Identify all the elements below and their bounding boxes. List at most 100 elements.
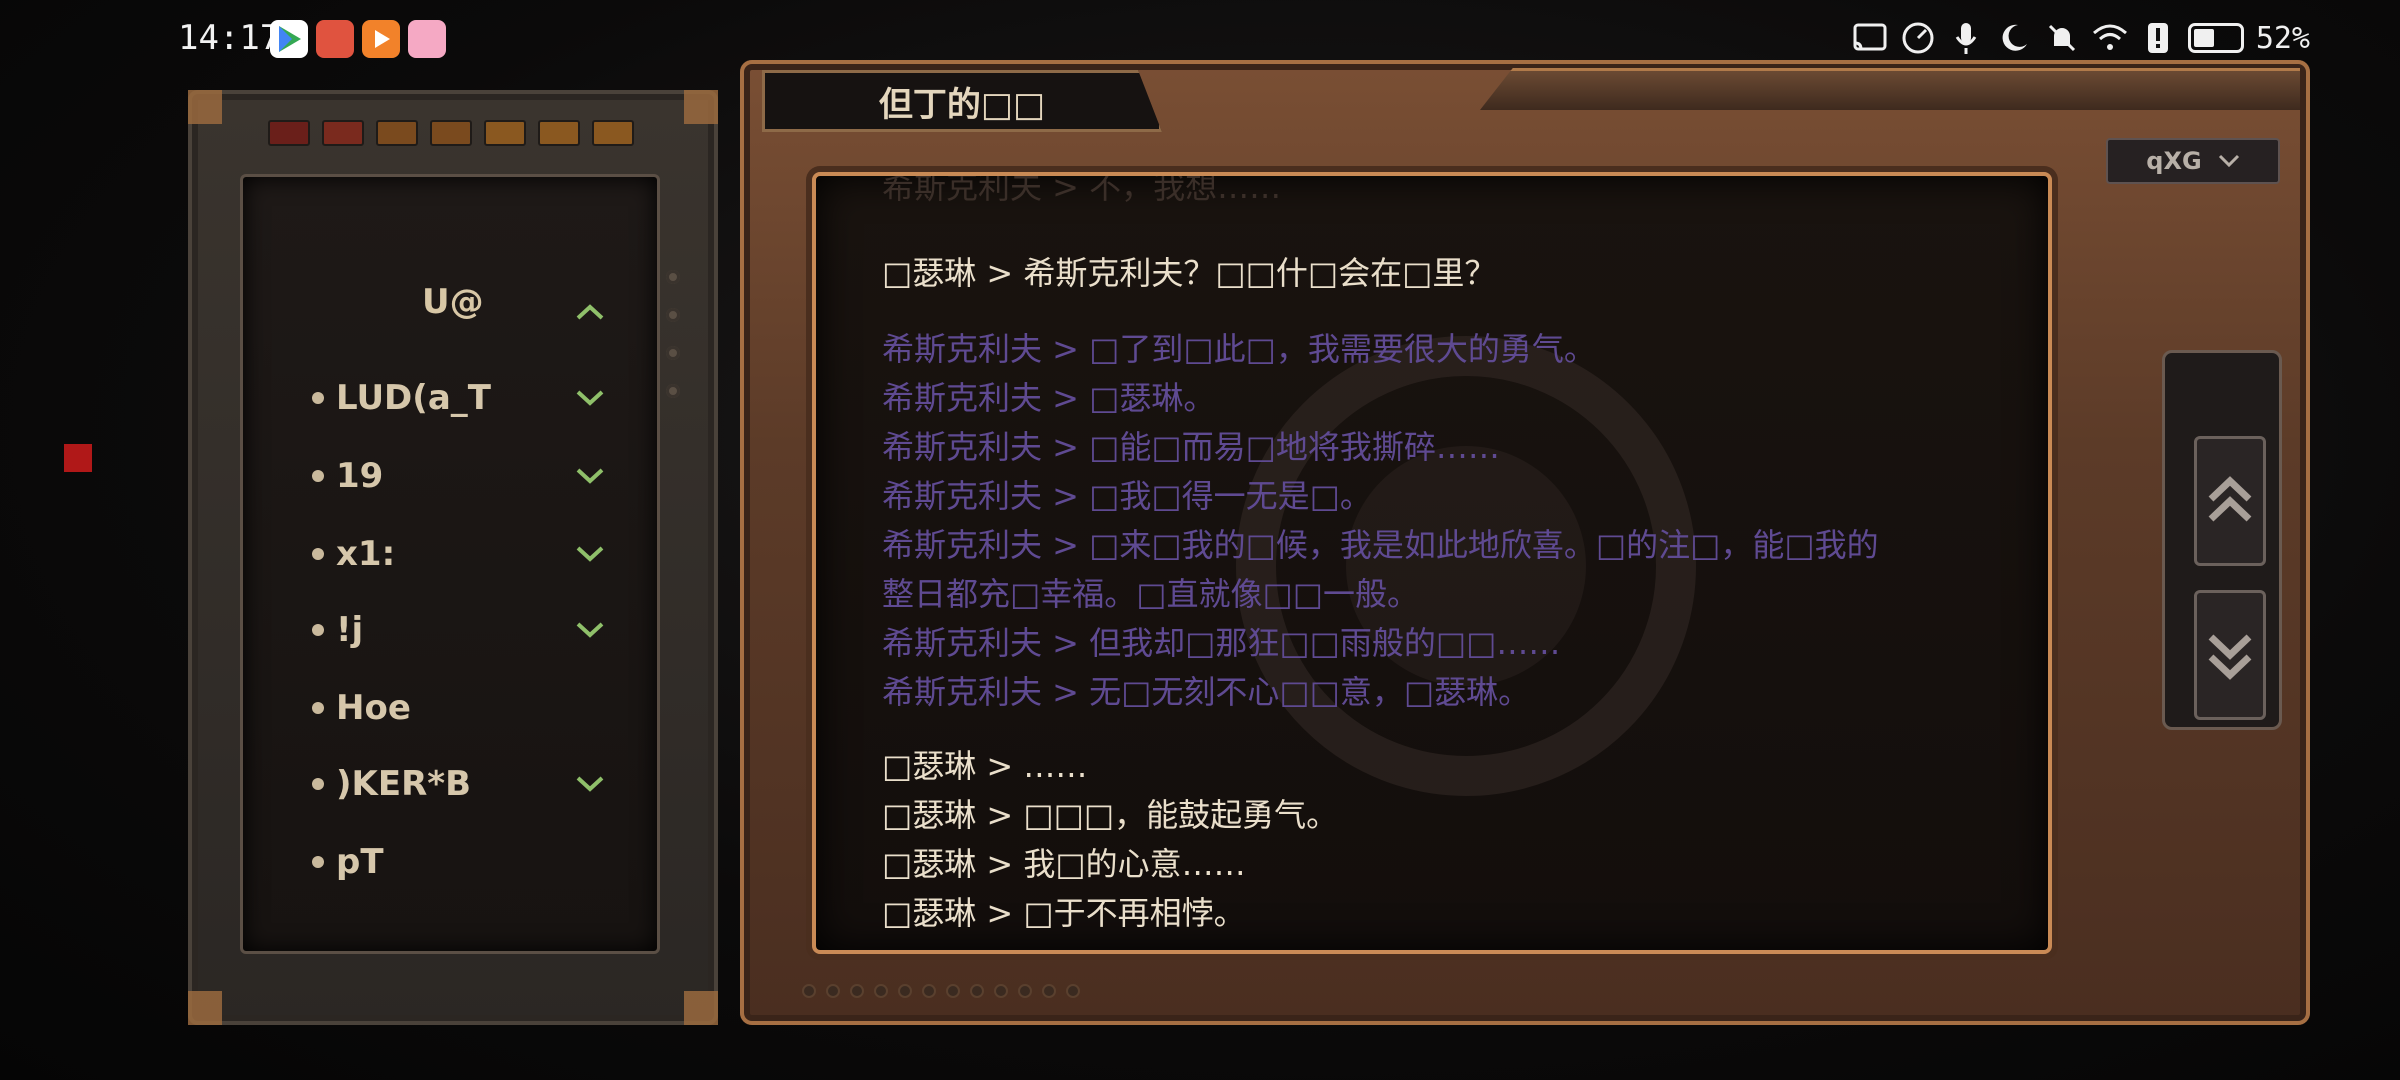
alert-icon bbox=[2140, 20, 2176, 56]
battery-percent: 52% bbox=[2255, 20, 2310, 56]
deco-dot bbox=[1018, 984, 1032, 998]
bullet bbox=[312, 624, 324, 636]
bilibili-app-icon bbox=[408, 20, 446, 58]
dialog-line: 整日都充□幸福。□直就像□□一般。 bbox=[882, 575, 1419, 613]
frame-corner bbox=[684, 991, 718, 1025]
rivet bbox=[666, 308, 680, 322]
double-chevron-down-icon bbox=[2208, 634, 2252, 680]
dialog-line: 希斯克利夫 > □来□我的□候，我是如此地欣喜。□的注□，能□我的 bbox=[882, 526, 1879, 564]
video-app-icon bbox=[362, 20, 400, 58]
indicator-light bbox=[430, 120, 472, 146]
language-dropdown[interactable]: qXG bbox=[2106, 138, 2280, 184]
dialog-line: 希斯克利夫 > 不，我想…… bbox=[882, 172, 1282, 206]
top-decoration bbox=[1480, 68, 2300, 110]
dialog-line: □瑟琳 > □于不再相悖。 bbox=[882, 894, 1246, 932]
menu-item-2[interactable]: x1: bbox=[312, 524, 612, 584]
deco-dot bbox=[826, 984, 840, 998]
menu-item-0[interactable]: LUD(a_T bbox=[312, 368, 612, 428]
chevron-down-icon[interactable] bbox=[570, 610, 610, 650]
bullet bbox=[312, 548, 324, 560]
indicator-lights bbox=[268, 120, 634, 146]
huawei-app-icon bbox=[316, 20, 354, 58]
frame-corner bbox=[188, 90, 222, 124]
bullet bbox=[312, 470, 324, 482]
menu-item-3[interactable]: !j bbox=[312, 600, 612, 660]
menu-item-label: pT bbox=[336, 842, 384, 882]
menu-item-6[interactable]: pT bbox=[312, 832, 612, 892]
dialog-line: 希斯克利夫 > □我□得一无是□。 bbox=[882, 477, 1372, 515]
scroll-down-button[interactable] bbox=[2194, 590, 2266, 720]
moon-icon bbox=[1996, 20, 2032, 56]
scroll-up-button[interactable] bbox=[2194, 436, 2266, 566]
menu-item-label: LUD(a_T bbox=[336, 378, 491, 418]
menu-item-label: )KER*B bbox=[336, 764, 471, 804]
speed-icon bbox=[1900, 20, 1936, 56]
title-tab: 但丁的□□ bbox=[762, 70, 1162, 132]
dialog-line: □瑟琳 > 我□的心意…… bbox=[882, 845, 1246, 883]
dialog-line: □瑟琳 > □□□，能鼓起勇气。 bbox=[882, 796, 1339, 834]
deco-dot bbox=[850, 984, 864, 998]
battery-icon bbox=[2187, 23, 2244, 53]
dialog-line: 希斯克利夫 > 但我却□那狂□□雨般的□□…… bbox=[882, 624, 1561, 662]
double-chevron-up-icon bbox=[2208, 476, 2252, 522]
menu-title: U@ bbox=[422, 282, 484, 322]
menu-item-1[interactable]: 19 bbox=[312, 446, 612, 506]
panel-rivets bbox=[666, 270, 680, 398]
bullet bbox=[312, 856, 324, 868]
deco-dot bbox=[1066, 984, 1080, 998]
frame-corner bbox=[684, 90, 718, 124]
bottom-decoration-dots bbox=[802, 984, 1080, 998]
status-time: 14:17 bbox=[178, 18, 281, 58]
play-store-icon bbox=[270, 20, 308, 58]
collapse-chevron-up-icon[interactable] bbox=[570, 292, 610, 332]
edge-marker bbox=[64, 444, 92, 472]
menu-item-label: Hoe bbox=[336, 688, 411, 728]
dialog-line: 希斯克利夫 > □能□而易□地将我撕碎…… bbox=[882, 428, 1500, 466]
mic-icon bbox=[1948, 20, 1984, 56]
bullet bbox=[312, 702, 324, 714]
chevron-down-icon[interactable] bbox=[570, 378, 610, 418]
indicator-light bbox=[484, 120, 526, 146]
deco-dot bbox=[922, 984, 936, 998]
wifi-icon bbox=[2092, 20, 2128, 56]
indicator-light bbox=[376, 120, 418, 146]
menu-item-label: !j bbox=[336, 610, 364, 650]
dialog-line: 希斯克利夫 > 无□无刻不心□□意，□瑟琳。 bbox=[882, 673, 1531, 711]
rivet bbox=[666, 384, 680, 398]
dialog-line: □瑟琳 > …… bbox=[882, 747, 1088, 785]
indicator-light bbox=[268, 120, 310, 146]
system-status-icons: 52% bbox=[1852, 20, 2310, 56]
page-title: 但丁的□□ bbox=[878, 84, 1046, 125]
rivet bbox=[666, 346, 680, 360]
notification-app-icons bbox=[270, 20, 446, 58]
deco-dot bbox=[874, 984, 888, 998]
dialog-line: 希斯克利夫 > □了到□此□，我需要很大的勇气。 bbox=[882, 330, 1596, 368]
indicator-light bbox=[538, 120, 580, 146]
dialog-line: □瑟琳 > 希斯克利夫？□□什□会在□里？ bbox=[882, 254, 1497, 292]
menu-item-label: x1: bbox=[336, 534, 396, 574]
bullet bbox=[312, 778, 324, 790]
menu-item-label: 19 bbox=[336, 456, 384, 496]
battery-fill bbox=[2193, 29, 2214, 47]
bullet bbox=[312, 392, 324, 404]
menu-item-5[interactable]: )KER*B bbox=[312, 754, 612, 814]
deco-dot bbox=[898, 984, 912, 998]
dialog-window[interactable]: 希斯克利夫 > 不，我想…… □瑟琳 > 希斯克利夫？□□什□会在□里？ 希斯克… bbox=[812, 172, 2052, 954]
chevron-down-icon[interactable] bbox=[570, 456, 610, 496]
dialog-line: 希斯克利夫 > □瑟琳。 bbox=[882, 379, 1216, 417]
deco-dot bbox=[1042, 984, 1056, 998]
dropdown-label: qXG bbox=[2146, 147, 2202, 175]
chevron-down-icon[interactable] bbox=[570, 534, 610, 574]
indicator-light bbox=[592, 120, 634, 146]
chevron-down-icon[interactable] bbox=[570, 764, 610, 804]
deco-dot bbox=[802, 984, 816, 998]
chevron-down-icon bbox=[2218, 154, 2239, 168]
deco-dot bbox=[970, 984, 984, 998]
rivet bbox=[666, 270, 680, 284]
frame-corner bbox=[188, 991, 222, 1025]
deco-dot bbox=[946, 984, 960, 998]
cast-icon bbox=[1852, 20, 1888, 56]
deco-dot bbox=[994, 984, 1008, 998]
menu-item-4[interactable]: Hoe bbox=[312, 678, 612, 738]
indicator-light bbox=[322, 120, 364, 146]
